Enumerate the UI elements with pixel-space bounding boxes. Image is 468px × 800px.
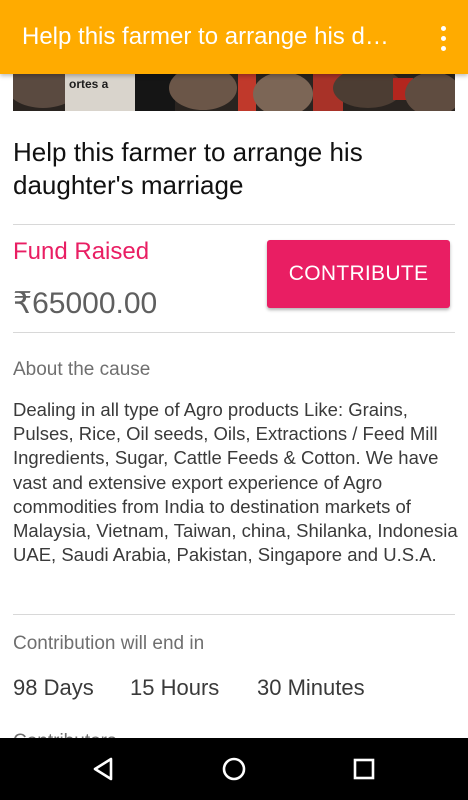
about-cause-label: About the cause bbox=[13, 359, 151, 380]
app-bar: Help this farmer to arrange his daughter… bbox=[0, 0, 468, 74]
countdown-hours: 15 Hours bbox=[130, 675, 220, 700]
fund-raised-label: Fund Raised bbox=[13, 238, 150, 265]
back-glyph bbox=[93, 757, 113, 781]
countdown-days: 98 Days bbox=[13, 675, 94, 700]
overflow-dot bbox=[440, 35, 446, 41]
divider bbox=[13, 224, 455, 225]
contribute-button[interactable]: CONTRIBUTE bbox=[267, 240, 450, 308]
cause-hero-image: ortes a bbox=[13, 74, 455, 111]
cause-description: Dealing in all type of Agro products Lik… bbox=[13, 399, 458, 566]
screen: Help this farmer to arrange his daughter… bbox=[0, 0, 468, 800]
app-bar-title: Help this farmer to arrange his daughter… bbox=[22, 23, 402, 50]
hero-photo: ortes a bbox=[13, 74, 455, 111]
contribution-end-label: Contribution will end in bbox=[13, 633, 205, 654]
more-vert-icon[interactable] bbox=[432, 22, 454, 54]
divider bbox=[13, 332, 455, 333]
divider bbox=[13, 614, 455, 615]
cause-detail-content[interactable]: ortes a Help this farmer to arrange his … bbox=[0, 74, 468, 738]
hero-banner-text: ortes a bbox=[69, 77, 109, 91]
back-triangle-icon[interactable] bbox=[80, 750, 128, 788]
overflow-dot bbox=[440, 45, 446, 51]
home-glyph bbox=[222, 757, 246, 781]
system-nav-bar bbox=[0, 738, 468, 800]
next-section-label: Contributors bbox=[13, 730, 117, 738]
recents-square-icon[interactable] bbox=[340, 750, 388, 788]
countdown-minutes: 30 Minutes bbox=[257, 675, 365, 700]
overflow-dot bbox=[440, 25, 446, 31]
recents-glyph bbox=[353, 758, 375, 780]
home-circle-icon[interactable] bbox=[210, 750, 258, 788]
fund-raised-amount: ₹65000.00 bbox=[13, 287, 158, 320]
cause-title: Help this farmer to arrange his daughter… bbox=[13, 137, 363, 200]
